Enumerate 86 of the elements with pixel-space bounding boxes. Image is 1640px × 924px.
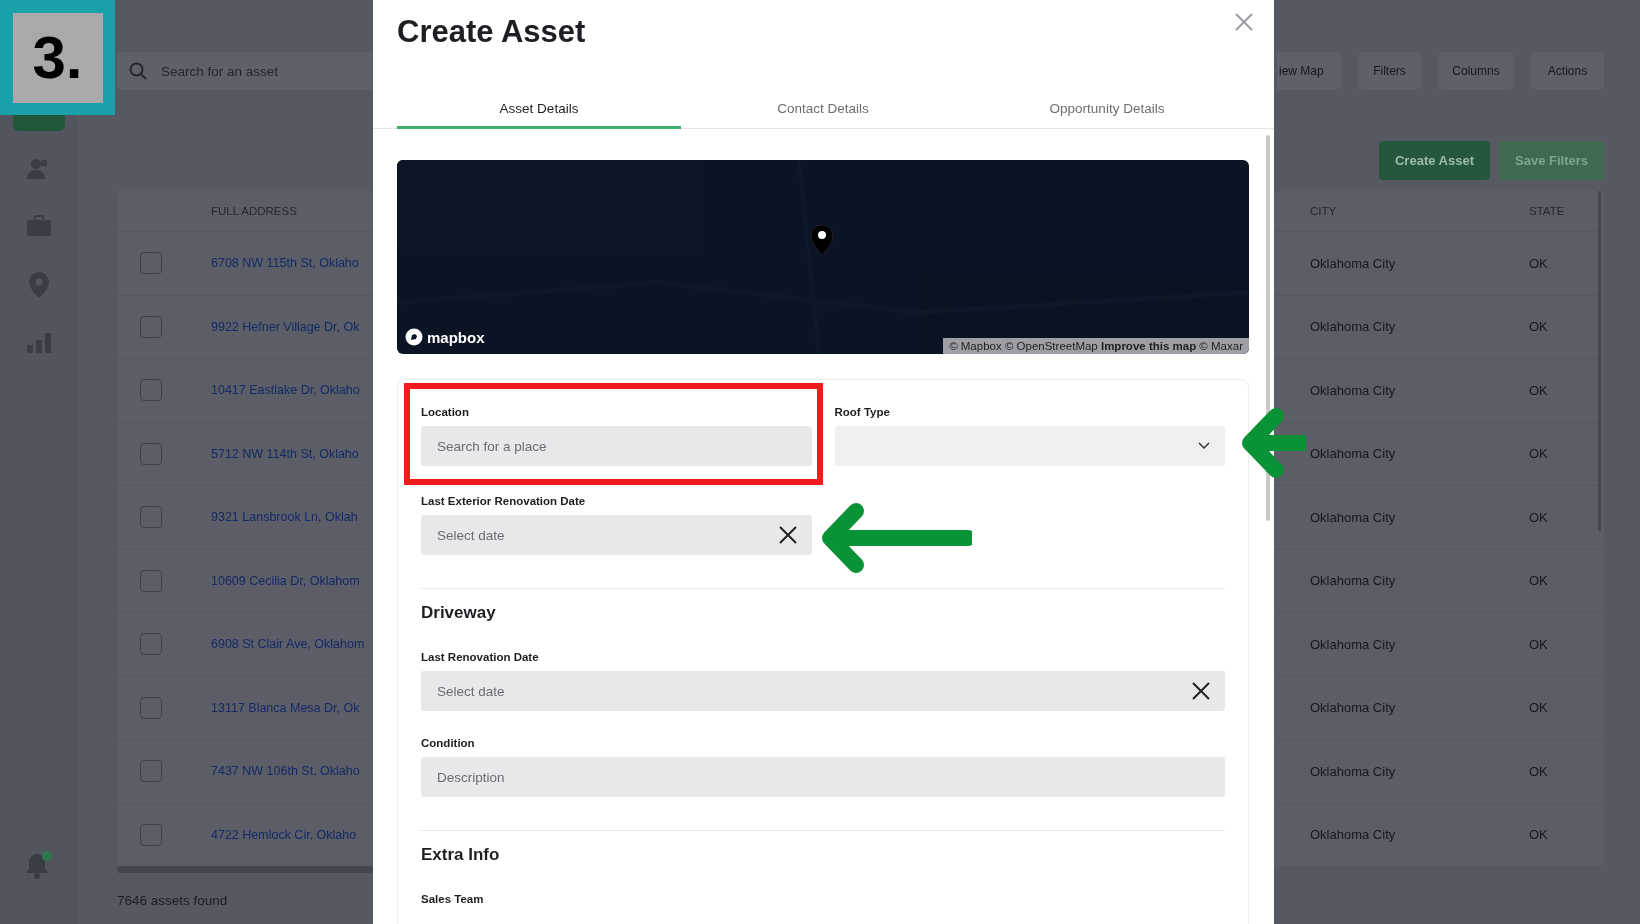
toolbar-button[interactable]: Filters bbox=[1358, 52, 1421, 90]
search-icon bbox=[129, 62, 147, 80]
bar-chart-icon[interactable] bbox=[27, 333, 51, 353]
table-cell-text: OK bbox=[1529, 319, 1549, 335]
clear-icon[interactable] bbox=[1192, 682, 1210, 700]
table-cell-text: Oklahoma City bbox=[1310, 700, 1397, 716]
table-cell-text: OK bbox=[1529, 636, 1549, 652]
row-checkbox[interactable] bbox=[140, 823, 162, 846]
result-count: 7646 assets found bbox=[117, 893, 228, 908]
table-cell-text: Oklahoma City bbox=[1310, 255, 1397, 271]
field-label: Condition bbox=[421, 736, 475, 750]
address-link[interactable]: 10609 Cecilia Dr, Oklahom bbox=[211, 573, 360, 588]
field-label: Last Exterior Renovation Date bbox=[421, 494, 586, 508]
column-header: FULL ADDRESS bbox=[211, 205, 298, 217]
address-link[interactable]: 6708 NW 115th St, Oklaho bbox=[211, 256, 359, 271]
nav-button[interactable] bbox=[13, 115, 65, 131]
field-label: Location bbox=[421, 405, 469, 419]
table-cell-text: OK bbox=[1529, 700, 1549, 716]
row-checkbox[interactable] bbox=[140, 506, 162, 529]
clear-icon[interactable] bbox=[778, 526, 797, 544]
map-logo-text: mapbox bbox=[427, 328, 485, 346]
table-cell-text: Oklahoma City bbox=[1310, 573, 1397, 589]
mapbox-logo-icon bbox=[405, 328, 423, 346]
briefcase-icon[interactable] bbox=[27, 215, 51, 237]
search-placeholder: Search for an asset bbox=[161, 63, 279, 79]
field-label: Roof Type bbox=[834, 405, 890, 419]
arrow-annotation bbox=[1240, 408, 1306, 478]
address-link[interactable]: 9321 Lansbrook Ln, Oklah bbox=[211, 510, 358, 525]
column-header: CITY bbox=[1310, 205, 1338, 217]
tab[interactable]: Opportunity Details bbox=[965, 91, 1249, 129]
table-cell-text: Oklahoma City bbox=[1310, 319, 1397, 335]
table-cell-text: OK bbox=[1529, 573, 1549, 589]
date-field[interactable]: Select date bbox=[421, 671, 1225, 711]
input-field[interactable]: Search for a place bbox=[421, 426, 812, 466]
address-link[interactable]: 4722 Hemlock Cir, Oklaho bbox=[211, 827, 357, 842]
notification-bell-icon[interactable] bbox=[25, 851, 53, 879]
tab[interactable]: Contact Details bbox=[681, 91, 965, 129]
address-link[interactable]: 13117 Blanca Mesa Dr, Ok bbox=[211, 700, 360, 715]
table-cell-text: Oklahoma City bbox=[1310, 763, 1397, 779]
field-label: Sales Team bbox=[421, 892, 484, 906]
row-checkbox[interactable] bbox=[140, 379, 162, 402]
row-checkbox[interactable] bbox=[140, 315, 162, 338]
address-link[interactable]: 10417 Eastlake Dr, Oklaho bbox=[211, 383, 360, 398]
toolbar-button[interactable]: Actions bbox=[1531, 52, 1604, 90]
table-cell-text: OK bbox=[1529, 827, 1549, 843]
step-number: 3. bbox=[12, 12, 103, 103]
input-field[interactable]: Description bbox=[421, 757, 1225, 797]
address-link[interactable]: 6908 St Clair Ave, Oklahom bbox=[211, 637, 365, 652]
row-checkbox[interactable] bbox=[140, 760, 162, 783]
table-cell-text: OK bbox=[1529, 382, 1549, 398]
address-link[interactable]: 5712 NW 114th St, Oklaho bbox=[211, 446, 359, 461]
table-cell-text: Oklahoma City bbox=[1310, 382, 1397, 398]
table-cell-text: OK bbox=[1529, 255, 1549, 271]
address-link[interactable]: 9922 Hefner Village Dr, Ok bbox=[211, 319, 360, 334]
table-cell-text: OK bbox=[1529, 509, 1549, 525]
table-cell-text: Oklahoma City bbox=[1310, 636, 1397, 652]
action-button[interactable]: Create Asset bbox=[1379, 141, 1490, 180]
table-cell-text: OK bbox=[1529, 763, 1549, 779]
location-pin-icon[interactable] bbox=[29, 272, 49, 298]
table-cell-text: Oklahoma City bbox=[1310, 446, 1397, 462]
dropdown-field[interactable] bbox=[834, 426, 1225, 466]
map-pin-icon bbox=[810, 224, 834, 256]
field-label: Last Renovation Date bbox=[421, 650, 539, 664]
column-header: STATE bbox=[1529, 205, 1566, 217]
tab[interactable]: Asset Details bbox=[397, 91, 681, 129]
row-checkbox[interactable] bbox=[140, 442, 162, 465]
address-link[interactable]: 7437 NW 106th St, Oklaho bbox=[211, 764, 360, 779]
date-field[interactable]: Select date bbox=[421, 515, 812, 555]
chevron-down-icon bbox=[1198, 442, 1210, 450]
map-attribution: © Mapbox © OpenStreetMap Improve this map © Maxar bbox=[943, 338, 1249, 354]
table-cell-text: OK bbox=[1529, 446, 1549, 462]
toolbar-button[interactable]: Columns bbox=[1438, 52, 1514, 90]
row-checkbox[interactable] bbox=[140, 696, 162, 719]
row-checkbox[interactable] bbox=[140, 252, 162, 275]
table-cell-text: Oklahoma City bbox=[1310, 509, 1397, 525]
section-heading: Driveway bbox=[421, 603, 497, 623]
row-checkbox[interactable] bbox=[140, 633, 162, 656]
modal-title: Create Asset bbox=[397, 13, 586, 51]
scrollbar[interactable] bbox=[1266, 135, 1270, 521]
table-cell-text: Oklahoma City bbox=[1310, 827, 1397, 843]
section-heading: Extra Info bbox=[421, 845, 501, 865]
scrollbar[interactable] bbox=[117, 866, 373, 873]
close-icon[interactable] bbox=[1234, 12, 1254, 32]
search-field[interactable]: Search for an asset bbox=[117, 52, 373, 90]
toolbar-button[interactable]: iew Map bbox=[1277, 52, 1341, 90]
row-checkbox[interactable] bbox=[140, 569, 162, 592]
